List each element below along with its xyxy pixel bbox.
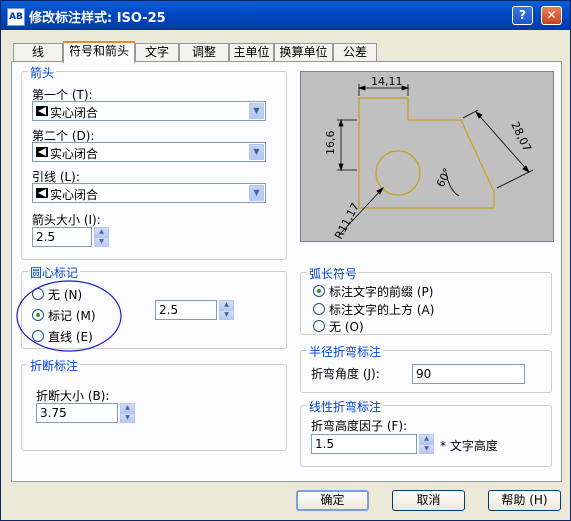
spin-up-icon[interactable]: ▲ [120, 403, 135, 413]
spin-down-icon[interactable]: ▼ [120, 413, 135, 423]
preview-dim-angle: 60° [434, 166, 454, 189]
leader-arrow-value: 实心闭合 [50, 188, 99, 202]
title-bar: AB 修改标注样式: ISO-25 ? ✕ [1, 1, 570, 30]
arrow-size-label: 箭头大小 (I): [32, 213, 101, 227]
first-arrow-value: 实心闭合 [50, 106, 99, 120]
arc-above-label[interactable]: 标注文字的上方 (A) [329, 301, 434, 318]
tab-primary-units[interactable]: 主单位 [229, 43, 274, 61]
arc-length-group: 弧长符号 标注文字的前缀 (P) 标注文字的上方 (A) 无 (O) [300, 265, 552, 335]
dimension-preview: 14,11 16,6 28,07 60° R11,17 [300, 71, 554, 242]
tab-fit[interactable]: 调整 [179, 43, 229, 61]
preview-dim-right: 28,07 [508, 120, 533, 154]
preview-dim-left: 16,6 [324, 131, 337, 156]
tab-alternate-units[interactable]: 换算单位 [274, 43, 333, 61]
radius-jog-group: 半径折弯标注 折弯角度 (J): 90 [300, 343, 552, 393]
preview-dim-radius: R11,17 [332, 201, 362, 241]
radio-arc-none[interactable] [313, 320, 325, 332]
window-title: 修改标注样式: ISO-25 [29, 11, 166, 26]
chevron-down-icon[interactable]: ▼ [249, 103, 264, 119]
jog-factor-label: 折弯高度因子 (F): [311, 419, 408, 433]
annotation-ellipse [16, 280, 122, 352]
app-icon: AB [7, 8, 25, 26]
radio-arc-prefix[interactable] [313, 285, 325, 297]
preview-drawing: 14,11 16,6 28,07 60° R11,17 [324, 75, 534, 241]
jog-angle-input[interactable]: 90 [412, 364, 525, 384]
break-size-label: 折断大小 (B): [36, 389, 110, 403]
second-arrow-select[interactable]: 实心闭合 ▼ [32, 142, 266, 162]
spin-down-icon[interactable]: ▼ [94, 237, 109, 247]
tab-lines[interactable]: 线 [13, 43, 63, 61]
tab-text[interactable]: 文字 [135, 43, 179, 61]
spin-down-icon[interactable]: ▼ [419, 444, 434, 454]
second-arrow-value: 实心闭合 [50, 147, 99, 161]
close-button[interactable]: ✕ [541, 6, 562, 25]
chevron-down-icon[interactable]: ▼ [249, 185, 264, 201]
help-title-button[interactable]: ? [512, 6, 533, 25]
arc-prefix-label[interactable]: 标注文字的前缀 (P) [329, 283, 433, 300]
spin-up-icon[interactable]: ▲ [219, 300, 234, 310]
spin-up-icon[interactable]: ▲ [94, 227, 109, 237]
break-size-input[interactable]: 3.75 [36, 403, 118, 423]
help-button[interactable]: 帮助 (H) [488, 490, 561, 511]
linear-jog-group: 线性折弯标注 折弯高度因子 (F): 1.5 ▲ ▼ * 文字高度 [300, 398, 552, 467]
center-mark-size-input[interactable]: 2.5 [155, 300, 217, 320]
jog-angle-label: 折弯角度 (J): [311, 367, 380, 381]
arrowheads-title: 箭头 [28, 64, 57, 81]
arc-none-label[interactable]: 无 (O) [329, 318, 364, 335]
dimension-break-title: 折断标注 [28, 357, 81, 374]
tab-tolerances[interactable]: 公差 [333, 43, 377, 61]
chevron-down-icon[interactable]: ▼ [249, 144, 264, 160]
leader-arrow-select[interactable]: 实心闭合 ▼ [32, 183, 266, 203]
arc-length-title: 弧长符号 [307, 265, 360, 282]
tab-symbols-arrows[interactable]: 符号和箭头 [63, 41, 135, 63]
spin-down-icon[interactable]: ▼ [219, 310, 234, 320]
ok-button[interactable]: 确定 [296, 490, 369, 511]
linear-jog-title: 线性折弯标注 [307, 398, 384, 415]
arrowheads-group: 箭头 第一个 (T): 实心闭合 ▼ 第二个 (D): 实心闭合 ▼ 引线 (L… [21, 64, 287, 260]
closed-arrow-icon [36, 147, 48, 157]
tab-panel: 箭头 第一个 (T): 实心闭合 ▼ 第二个 (D): 实心闭合 ▼ 引线 (L… [11, 61, 562, 482]
radius-jog-title: 半径折弯标注 [307, 343, 384, 360]
cancel-button[interactable]: 取消 [392, 490, 465, 511]
arrow-size-input[interactable]: 2.5 [32, 227, 92, 247]
dimension-style-dialog: AB 修改标注样式: ISO-25 ? ✕ 线 符号和箭头 文字 调整 主单位 … [0, 0, 571, 521]
preview-dim-top: 14,11 [371, 75, 403, 88]
jog-factor-input[interactable]: 1.5 [311, 434, 417, 454]
closed-arrow-icon [36, 188, 48, 198]
closed-arrow-icon [36, 106, 48, 116]
spin-up-icon[interactable]: ▲ [419, 434, 434, 444]
jog-factor-suffix: * 文字高度 [440, 439, 498, 453]
first-arrow-select[interactable]: 实心闭合 ▼ [32, 101, 266, 121]
radio-arc-above[interactable] [313, 303, 325, 315]
dimension-break-group: 折断标注 折断大小 (B): 3.75 ▲ ▼ [21, 357, 287, 451]
